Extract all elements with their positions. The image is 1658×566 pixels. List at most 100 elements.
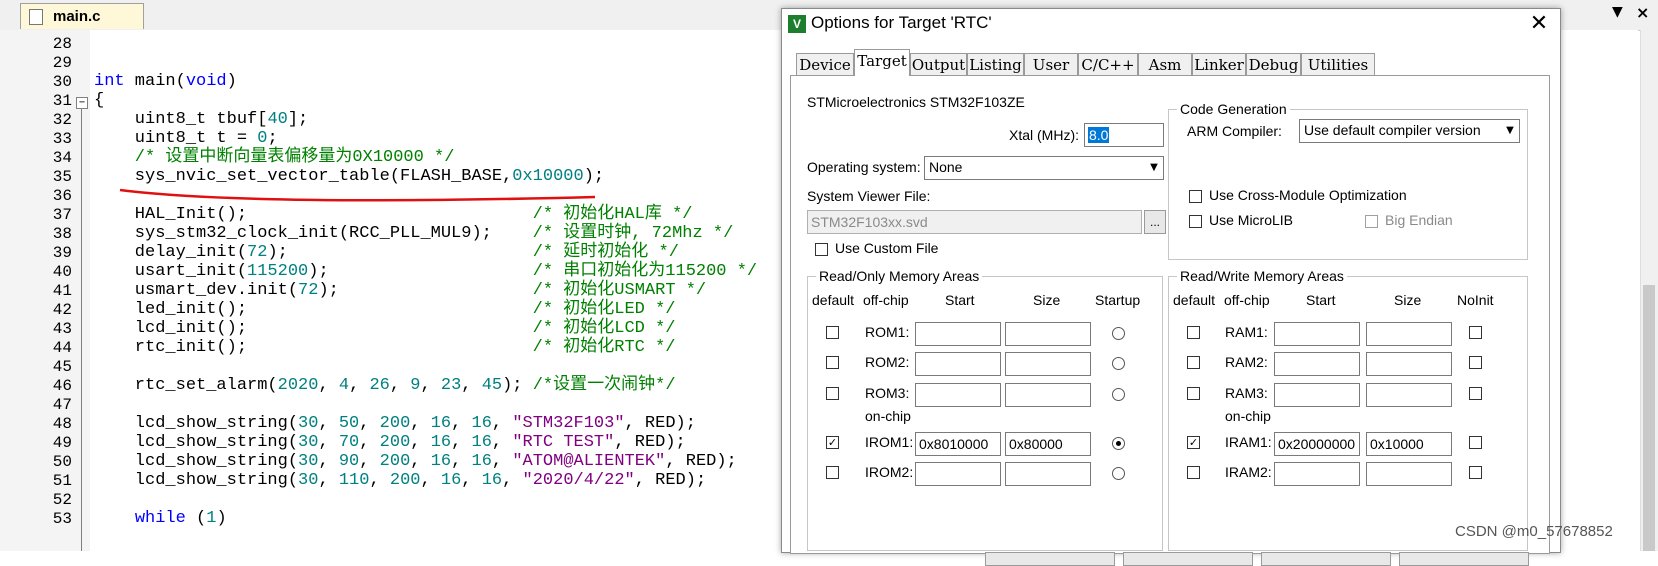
code-token: 16	[471, 452, 492, 471]
code-line[interactable]: HAL_Init(); /* 初始化HAL库 */	[94, 205, 693, 225]
code-line[interactable]: led_init(); /* 初始化LED */	[94, 300, 676, 320]
rom1-default-checkbox[interactable]	[826, 326, 839, 339]
code-line[interactable]: lcd_init(); /* 初始化LCD */	[94, 319, 676, 339]
svf-browse-button[interactable]: ...	[1144, 210, 1166, 234]
tab-user[interactable]: User	[1024, 53, 1078, 75]
rom2-default-checkbox[interactable]	[826, 356, 839, 369]
ram3-default-checkbox[interactable]	[1187, 387, 1200, 400]
code-line[interactable]: {	[94, 91, 104, 111]
code-line[interactable]: delay_init(72); /* 延时初始化 */	[94, 243, 679, 263]
code-line[interactable]: uint8_t t = 0;	[94, 129, 278, 149]
rom1-size-input[interactable]	[1005, 322, 1091, 346]
fold-collapse-icon[interactable]: −	[76, 97, 88, 109]
code-line[interactable]: sys_stm32_clock_init(RCC_PLL_MUL9); /* 设…	[94, 224, 734, 244]
code-line[interactable]: while (1)	[94, 509, 227, 529]
ram2-noinit-checkbox[interactable]	[1469, 356, 1482, 369]
close-button[interactable]: ✕	[1522, 9, 1556, 39]
cross-module-checkbox[interactable]	[1189, 190, 1202, 203]
close-icon[interactable]: ×	[1636, 3, 1649, 22]
rom1-startup-radio[interactable]	[1112, 327, 1125, 340]
irom1-start-input[interactable]: 0x8010000	[915, 432, 1001, 456]
ram1-default-checkbox[interactable]	[1187, 326, 1200, 339]
chevron-down-icon[interactable]: ▼	[1612, 4, 1623, 20]
tab-linker[interactable]: Linker	[1192, 53, 1246, 75]
rom3-size-input[interactable]	[1005, 383, 1091, 407]
scrollbar-thumb[interactable]	[1643, 285, 1655, 551]
code-line[interactable]: rtc_init(); /* 初始化RTC */	[94, 338, 676, 358]
code-line[interactable]: uint8_t tbuf[40];	[94, 110, 308, 130]
chevron-down-icon: ▼	[1150, 162, 1158, 173]
rom3-label: ROM3:	[865, 385, 910, 401]
ram2-default-checkbox[interactable]	[1187, 356, 1200, 369]
tab-main-c[interactable]: main.c	[20, 3, 144, 29]
iram2-start-input[interactable]	[1274, 462, 1360, 486]
code-line[interactable]: sys_nvic_set_vector_table(FLASH_BASE,0x1…	[94, 167, 604, 187]
dialog-titlebar[interactable]: V Options for Target 'RTC' ✕	[782, 9, 1560, 39]
code-line[interactable]: int main(void)	[94, 72, 237, 92]
irom2-start-input[interactable]	[915, 462, 1001, 486]
ram3-start-input[interactable]	[1274, 383, 1360, 407]
iram2-noinit-checkbox[interactable]	[1469, 466, 1482, 479]
rom3-startup-radio[interactable]	[1112, 388, 1125, 401]
code-line[interactable]: lcd_show_string(30, 70, 200, 16, 16, "RT…	[94, 433, 686, 453]
arm-compiler-select[interactable]: Use default compiler version ▼	[1299, 119, 1520, 143]
rom2-size-input[interactable]	[1005, 352, 1091, 376]
code-token: ,	[410, 433, 431, 452]
irom1-startup-radio[interactable]	[1112, 437, 1125, 450]
tab-utilities[interactable]: Utilities	[1301, 53, 1375, 75]
os-select[interactable]: None ▼	[924, 156, 1164, 180]
iram2-default-checkbox[interactable]	[1187, 466, 1200, 479]
tab-output[interactable]: Output	[910, 53, 967, 75]
iram1-noinit-checkbox[interactable]	[1469, 436, 1482, 449]
code-line[interactable]: usmart_dev.init(72); /* 初始化USMART */	[94, 281, 706, 301]
microlib-checkbox[interactable]	[1189, 215, 1202, 228]
code-token: 115200	[247, 262, 309, 281]
tab-cc[interactable]: C/C++	[1078, 53, 1138, 75]
tab-target[interactable]: Target	[854, 49, 910, 76]
irom1-default-checkbox[interactable]: ✓	[826, 436, 839, 449]
rom2-startup-radio[interactable]	[1112, 357, 1125, 370]
tab-debug[interactable]: Debug	[1246, 53, 1301, 75]
rom3-start-input[interactable]	[915, 383, 1001, 407]
line-number: 52	[52, 491, 72, 509]
ram1-start-input[interactable]	[1274, 322, 1360, 346]
use-custom-file-checkbox[interactable]	[815, 243, 828, 256]
code-token: rtc_set_alarm(	[94, 376, 278, 395]
tab-asm[interactable]: Asm	[1138, 53, 1192, 75]
ram3-noinit-checkbox[interactable]	[1469, 387, 1482, 400]
defaults-button[interactable]	[1261, 552, 1391, 566]
rom2-start-input[interactable]	[915, 352, 1001, 376]
code-token: ,	[420, 471, 441, 490]
rom1-start-input[interactable]	[915, 322, 1001, 346]
ok-button[interactable]	[985, 552, 1115, 566]
code-token: 16	[471, 414, 492, 433]
cancel-button[interactable]	[1123, 552, 1253, 566]
code-line[interactable]: usart_init(115200); /* 串口初始化为115200 */	[94, 262, 757, 282]
code-line[interactable]: lcd_show_string(30, 110, 200, 16, 16, "2…	[94, 471, 706, 491]
tab-listing[interactable]: Listing	[967, 53, 1024, 75]
help-button[interactable]	[1399, 552, 1529, 566]
code-token: sys_nvic_set_vector_table(FLASH_BASE,	[94, 167, 513, 186]
code-line[interactable]: /* 设置中断向量表偏移量为0X10000 */	[94, 148, 455, 168]
code-line[interactable]: lcd_show_string(30, 90, 200, 16, 16, "AT…	[94, 452, 737, 472]
irom1-size-input[interactable]: 0x80000	[1005, 432, 1091, 456]
ram2-size-input[interactable]	[1366, 352, 1452, 376]
irom2-size-input[interactable]	[1005, 462, 1091, 486]
rom3-default-checkbox[interactable]	[826, 387, 839, 400]
code-line[interactable]: rtc_set_alarm(2020, 4, 26, 9, 23, 45); /…	[94, 376, 676, 396]
irom2-startup-radio[interactable]	[1112, 467, 1125, 480]
code-token: );	[502, 376, 533, 395]
ram3-size-input[interactable]	[1366, 383, 1452, 407]
code-line[interactable]: lcd_show_string(30, 50, 200, 16, 16, "ST…	[94, 414, 696, 434]
iram2-size-input[interactable]	[1366, 462, 1452, 486]
iram1-start-input[interactable]: 0x20000000	[1274, 432, 1360, 456]
irom2-default-checkbox[interactable]	[826, 466, 839, 479]
tab-device[interactable]: Device	[796, 53, 854, 75]
ram1-size-input[interactable]	[1366, 322, 1452, 346]
ram1-noinit-checkbox[interactable]	[1469, 326, 1482, 339]
iram1-size-input[interactable]: 0x10000	[1366, 432, 1452, 456]
xtal-input[interactable]: 8.0	[1084, 123, 1164, 147]
iram1-default-checkbox[interactable]: ✓	[1187, 436, 1200, 449]
code-token: ,	[318, 414, 339, 433]
ram2-start-input[interactable]	[1274, 352, 1360, 376]
